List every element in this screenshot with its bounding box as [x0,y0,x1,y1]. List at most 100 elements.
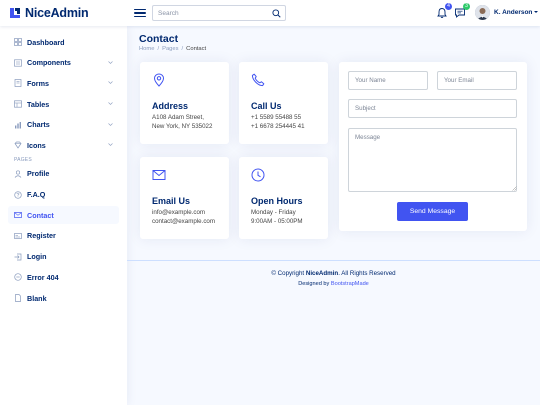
card-line: A108 Adam Street, [152,114,204,121]
sidebar-item-forms[interactable]: Forms [8,74,119,92]
sidebar-item-label: Register [27,231,56,241]
chevron-down-icon [108,60,113,64]
breadcrumb-current: Contact [186,46,207,52]
messages-button[interactable]: 3 [454,3,470,18]
sidebar-heading-pages: PAGES [14,157,32,164]
card-title: Call Us [251,101,282,111]
geo-pin-icon [153,73,165,87]
person-icon [14,170,22,178]
sidebar-item-label: Forms [27,78,49,88]
sidebar-item-dashboard[interactable]: Dashboard [8,33,119,51]
address-card: Address A108 Adam Street, New York, NY 5… [140,62,229,144]
card-line: 9:00AM - 05:00PM [251,218,303,226]
bar-chart-icon [15,121,21,129]
footer-copyright: © Copyright NiceAdmin. All Rights Reserv… [127,270,540,277]
brand-logo[interactable]: NiceAdmin [9,6,127,20]
telephone-icon [251,73,265,87]
sidebar-item-label: Icons [27,140,46,150]
resize-handle-icon[interactable] [512,186,517,191]
grid-icon [14,38,22,46]
breadcrumb-pages[interactable]: Pages [162,46,178,52]
sidebar-item-contact[interactable]: Contact [8,206,119,225]
notifications-badge: 4 [445,3,452,10]
sidebar-item-label: Charts [27,120,50,130]
hours-card: Open Hours Monday - Friday 9:00AM - 05:0… [239,157,328,239]
menu-icon [14,59,22,67]
sidebar-item-label: Dashboard [27,37,65,47]
card-title: Email Us [152,196,191,206]
name-field[interactable] [348,71,428,90]
chevron-down-icon [108,123,113,126]
sidebar-item-login[interactable]: Login [8,248,119,266]
sidebar-item-icons[interactable]: Icons [8,136,119,154]
card-line: info@example.com [152,209,206,216]
chevron-down-icon [108,143,113,147]
sidebar-item-label: Blank [27,293,47,303]
card-line: New York, NY 535022 [152,123,213,131]
email-field[interactable] [437,71,517,90]
sidebar-item-label: F.A.Q [27,190,46,200]
search-input[interactable] [158,9,268,17]
clock-icon [251,168,265,182]
envelope-icon [152,170,166,180]
avatar[interactable] [475,5,490,20]
login-icon [14,253,22,261]
card-line: +1 6678 254445 41 [251,123,305,131]
sidebar-item-register[interactable]: Register [8,227,119,245]
logo-icon [10,8,20,18]
avatar-image [475,5,490,20]
sidebar-item-error-404[interactable]: Error 404 [8,268,119,286]
sidebar-item-charts[interactable]: Charts [8,116,119,134]
sidebar-item-label: Profile [27,169,50,179]
dash-circle-icon [14,273,22,282]
credit-prefix: Designed by [298,281,331,287]
gem-icon [14,142,22,150]
designer-link[interactable]: BootstrapMade [331,281,369,287]
notifications-button[interactable]: 4 [436,3,452,19]
sidebar-item-label: Contact [27,210,54,220]
chevron-down-icon [534,11,539,14]
copyright-prefix: © Copyright [271,270,306,277]
question-icon [14,190,22,199]
sidebar-item-components[interactable]: Components [8,54,119,72]
sidebar: Dashboard Components Forms Tables Charts… [0,26,127,405]
breadcrumb-home[interactable]: Home [139,46,154,52]
subject-field[interactable] [348,99,517,118]
footer-credits: Designed by BootstrapMade [127,281,540,287]
card-title: Open Hours [251,196,303,206]
top-header: NiceAdmin 4 3 K. Anderso [0,0,540,26]
chevron-down-icon [108,102,113,105]
search-icon[interactable] [272,9,281,18]
page-title: Contact [139,33,179,45]
email-card: Email Us info@example.com contact@exampl… [140,157,229,239]
sidebar-toggle-icon[interactable] [134,8,146,18]
journal-icon [14,79,22,88]
sidebar-item-profile[interactable]: Profile [8,165,119,183]
send-message-button[interactable]: Send Message [397,202,468,221]
sidebar-item-label: Tables [27,99,50,109]
copyright-suffix: . All Rights Reserved [338,270,396,277]
user-name: K. Anderson [494,9,533,16]
envelope-icon [14,212,22,219]
sidebar-item-blank[interactable]: Blank [8,289,119,307]
card-line: contact@example.com [152,218,216,226]
breadcrumb: Home / Pages / Contact [139,46,207,52]
messages-badge: 3 [463,3,470,10]
card-icon [14,233,22,239]
search-bar [152,5,286,21]
card-line: +1 5589 55488 55 [251,114,302,121]
brand-name: NiceAdmin [25,6,89,20]
copyright-brand: NiceAdmin [305,270,339,277]
message-field[interactable] [348,128,517,192]
card-title: Address [152,101,189,111]
sidebar-item-label: Components [27,58,71,68]
call-card: Call Us +1 5589 55488 55 +1 6678 254445 … [239,62,328,144]
footer-divider [127,260,540,261]
sidebar-item-faq[interactable]: F.A.Q [8,186,119,204]
sidebar-item-tables[interactable]: Tables [8,95,119,113]
file-icon [15,294,21,302]
user-menu[interactable]: K. Anderson [494,9,539,16]
sidebar-item-label: Error 404 [27,272,59,282]
sidebar-item-label: Login [27,252,47,262]
chevron-down-icon [108,81,113,85]
